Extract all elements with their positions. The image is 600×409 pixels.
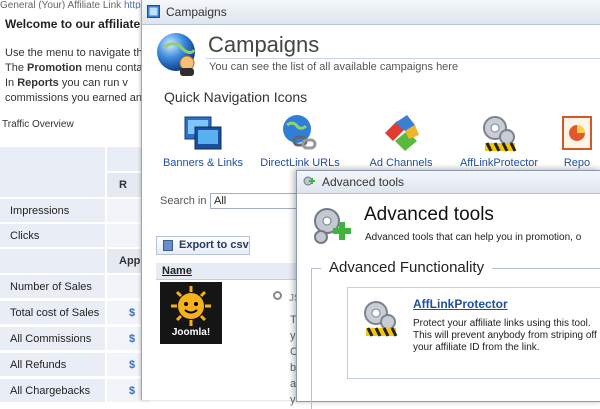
intro-line: The Promotion menu conta bbox=[5, 62, 143, 74]
intro-line: commissions you earned and bbox=[5, 92, 145, 104]
banners-links-icon bbox=[183, 113, 223, 153]
advanced-tools-window-icon bbox=[303, 176, 315, 186]
search-in-select[interactable]: All bbox=[210, 193, 305, 209]
campaigns-window-icon bbox=[147, 5, 160, 18]
table-header-row: R bbox=[0, 147, 150, 197]
quick-navigation-title: Quick Navigation Icons bbox=[164, 89, 308, 105]
search-in-label: Search in bbox=[160, 195, 207, 207]
advanced-tools-heading: Advanced tools bbox=[364, 204, 494, 225]
intro-line: Use the menu to navigate th bbox=[5, 47, 143, 59]
welcome-heading: Welcome to our affiliate bbox=[5, 17, 141, 31]
afflinkprotector-icon bbox=[364, 301, 398, 337]
list-header: Name bbox=[156, 263, 306, 280]
advanced-tools-title: Advanced tools bbox=[322, 175, 405, 189]
csv-file-icon bbox=[163, 240, 173, 251]
joomla-logo-text: Joomla! bbox=[172, 327, 210, 338]
advanced-tools-titlebar[interactable]: Advanced tools bbox=[297, 171, 600, 194]
afflinkprotector-description: Protect your affiliate links using this … bbox=[413, 318, 597, 353]
nav-banners-links[interactable]: Banners & Links bbox=[153, 113, 253, 169]
table-subheader-row: App bbox=[0, 249, 150, 273]
ad-channels-icon bbox=[381, 113, 421, 153]
directlink-urls-icon bbox=[280, 113, 320, 153]
advanced-functionality-title: Advanced Functionality bbox=[321, 259, 493, 276]
reports-icon bbox=[557, 113, 597, 153]
table-row: Clicks bbox=[0, 224, 150, 248]
zoom-icon[interactable] bbox=[273, 291, 282, 300]
afflinkprotector-link[interactable]: AffLinkProtector bbox=[413, 297, 508, 311]
name-column-header[interactable]: Name bbox=[162, 265, 192, 277]
advanced-tools-subtitle: Advanced tools that can help you in prom… bbox=[365, 232, 582, 243]
intro-text: Use the menu to navigate th The Promotio… bbox=[5, 46, 145, 106]
traffic-overview-title: Traffic Overview bbox=[2, 119, 74, 130]
nav-directlink-urls[interactable]: DirectLink URLs bbox=[250, 113, 350, 169]
affiliate-link-line: General (Your) Affiliate Link http://www… bbox=[0, 0, 160, 9]
nav-afflinkprotector[interactable]: AffLinkProtector bbox=[449, 113, 549, 169]
joomla-banner-image[interactable]: Joomla! bbox=[160, 282, 222, 344]
intro-line: In Reports you can run v bbox=[5, 77, 128, 89]
export-to-csv-button[interactable]: Export to csv bbox=[156, 236, 250, 255]
nav-reports[interactable]: Repo bbox=[547, 113, 600, 169]
afflinkprotector-tool-card[interactable]: AffLinkProtector Protect your affiliate … bbox=[347, 287, 600, 379]
table-row: Impressions bbox=[0, 199, 150, 223]
table-row: Total cost of Sales $ bbox=[0, 301, 150, 325]
heading-divider bbox=[206, 58, 600, 59]
affiliate-link-label: General (Your) Affiliate Link bbox=[0, 0, 122, 9]
gear-add-icon bbox=[314, 208, 351, 244]
campaigns-subtitle: You can see the list of all available ca… bbox=[209, 61, 459, 73]
campaigns-titlebar[interactable]: Campaigns bbox=[142, 0, 600, 25]
afflinkprotector-icon bbox=[479, 113, 519, 153]
campaigns-title: Campaigns bbox=[166, 5, 227, 19]
table-row: Number of Sales bbox=[0, 275, 150, 299]
table-row: All Chargebacks $ bbox=[0, 379, 150, 403]
nav-ad-channels[interactable]: Ad Channels bbox=[351, 113, 451, 169]
globe-user-icon bbox=[157, 33, 196, 76]
table-row: All Commissions $ bbox=[0, 327, 150, 351]
campaigns-heading: Campaigns bbox=[208, 32, 320, 57]
advanced-tools-window[interactable]: Advanced tools Advanced tools Advanced t… bbox=[296, 170, 600, 409]
table-row: All Refunds $ bbox=[0, 353, 150, 377]
